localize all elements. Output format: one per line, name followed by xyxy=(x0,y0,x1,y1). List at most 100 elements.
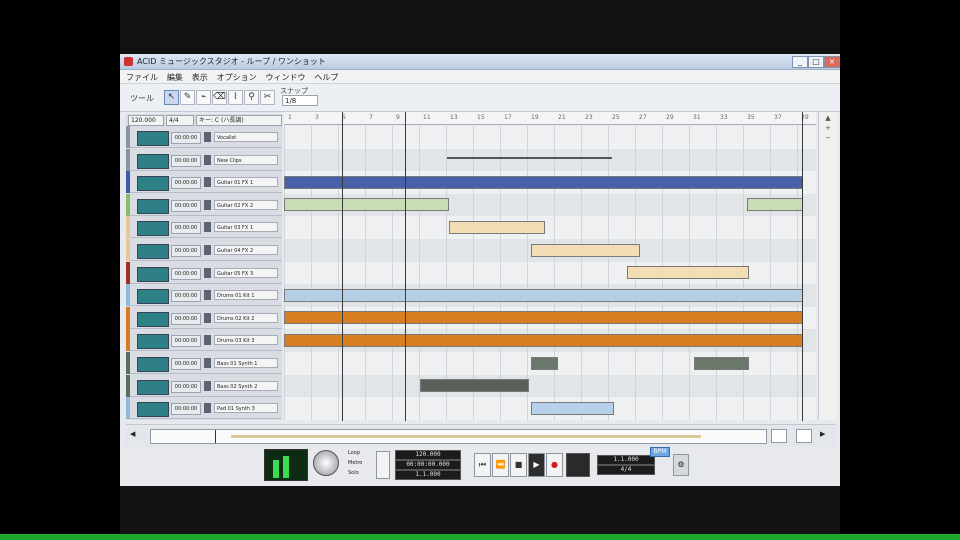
track-name[interactable]: Guitar 04 FX 2 xyxy=(214,245,278,255)
audio-clip[interactable] xyxy=(627,266,750,280)
track-name[interactable]: Bass 02 Synth 2 xyxy=(214,380,278,391)
settings-icon[interactable]: ⚙ xyxy=(673,454,689,476)
loop-start-marker[interactable] xyxy=(342,112,343,421)
track-mute-button[interactable] xyxy=(204,154,211,165)
scroll-right-icon[interactable]: ▶ xyxy=(820,430,825,438)
track-lane[interactable] xyxy=(284,374,816,398)
track-mute-button[interactable] xyxy=(204,380,211,391)
menu-edit[interactable]: 編集 xyxy=(167,72,183,83)
track-name[interactable]: Guitar 03 FX 1 xyxy=(214,222,278,233)
audio-clip[interactable] xyxy=(746,198,803,212)
track-name[interactable]: Drums 02 Kit 2 xyxy=(214,312,278,323)
arrangement-area[interactable] xyxy=(284,126,816,420)
track-name[interactable]: Pad 01 Synth 3 xyxy=(214,403,278,414)
track-mute-button[interactable] xyxy=(204,222,211,233)
track-header[interactable]: 00:00:00 Pad 01 Synth 3 xyxy=(126,397,282,420)
menu-window[interactable]: ウィンドウ xyxy=(266,72,306,83)
track-lane[interactable] xyxy=(284,148,816,172)
solo-checkbox[interactable]: Solo xyxy=(348,469,372,478)
track-header[interactable]: 00:00:00 Guitar 03 FX 1 xyxy=(126,216,282,239)
track-mute-button[interactable] xyxy=(204,335,211,346)
track-name[interactable]: New Clips xyxy=(214,154,278,165)
track-lane[interactable] xyxy=(284,126,816,149)
zoom-handle[interactable] xyxy=(771,429,787,443)
track-mute-button[interactable] xyxy=(204,403,211,414)
track-name[interactable]: Drums 01 Kit 1 xyxy=(214,290,278,301)
tempo-field[interactable]: 120.000 xyxy=(128,115,164,126)
menu-help[interactable]: ヘルプ xyxy=(314,72,338,83)
menu-view[interactable]: 表示 xyxy=(192,72,208,83)
record-button[interactable]: ● xyxy=(546,453,563,477)
track-header[interactable]: 00:00:00 New Clips xyxy=(126,148,282,171)
zoom-in-icon[interactable]: + xyxy=(819,124,837,132)
audio-clip[interactable] xyxy=(284,311,803,325)
audio-clip[interactable] xyxy=(693,356,750,370)
audio-clip[interactable] xyxy=(284,333,803,347)
paint-tool-button[interactable]: ⌁ xyxy=(196,90,211,105)
vertical-scrollbar[interactable]: ▲ + − xyxy=(818,112,837,420)
track-header[interactable]: 00:00:00 Drums 03 Kit 3 xyxy=(126,329,282,352)
track-mute-button[interactable] xyxy=(204,177,211,188)
audio-clip[interactable] xyxy=(531,401,614,415)
track-mute-button[interactable] xyxy=(204,312,211,323)
back-button[interactable]: ⏪ xyxy=(492,453,509,477)
track-name[interactable]: Drums 03 Kit 3 xyxy=(214,335,278,346)
track-mute-button[interactable] xyxy=(204,267,211,278)
master-volume-knob[interactable] xyxy=(313,450,339,476)
playhead-cursor[interactable] xyxy=(405,112,406,421)
loop-checkbox[interactable]: Loop xyxy=(348,449,372,458)
select-tool-button[interactable]: ↖ xyxy=(164,90,179,105)
track-mute-button[interactable] xyxy=(204,358,211,368)
track-header[interactable]: 00:00:00 Guitar 02 FX 2 xyxy=(126,193,282,216)
menu-options[interactable]: オプション xyxy=(217,72,257,83)
track-mute-button[interactable] xyxy=(204,290,211,301)
key-field[interactable]: キー: C (ハ長調) xyxy=(196,115,282,126)
pitch-slider[interactable] xyxy=(376,451,390,479)
audio-clip[interactable] xyxy=(419,379,529,393)
track-name[interactable]: Guitar 02 FX 2 xyxy=(214,199,278,210)
scroll-up-icon[interactable]: ▲ xyxy=(819,114,837,122)
track-header[interactable]: 00:00:00 Drums 02 Kit 2 xyxy=(126,306,282,329)
track-header[interactable]: 00:00:00 Guitar 04 FX 2 xyxy=(126,239,282,261)
track-header[interactable]: 00:00:00 Vocalist xyxy=(126,126,282,148)
stop-button[interactable]: ■ xyxy=(510,453,527,477)
audio-clip[interactable] xyxy=(284,198,449,212)
track-name[interactable]: Guitar 01 FX 1 xyxy=(214,177,278,188)
audio-clip[interactable] xyxy=(531,356,558,370)
track-name[interactable]: Bass 01 Synth 1 xyxy=(214,358,278,368)
minimize-button[interactable]: _ xyxy=(792,56,808,68)
track-header[interactable]: 00:00:00 Guitar 05 FX 3 xyxy=(126,261,282,284)
track-header[interactable]: 00:00:00 Bass 01 Synth 1 xyxy=(126,352,282,374)
pencil-tool-button[interactable]: ✎ xyxy=(180,90,195,105)
overview-strip[interactable] xyxy=(150,429,767,444)
track-mute-button[interactable] xyxy=(204,132,211,142)
loop-end-marker[interactable] xyxy=(802,112,803,421)
time-signature-field[interactable]: 4/4 xyxy=(166,115,194,126)
snap-select[interactable]: 1/8 xyxy=(282,95,318,106)
horizontal-scrollbar[interactable]: ◀ ▶ xyxy=(126,424,836,447)
metronome-checkbox[interactable]: Metro xyxy=(348,459,372,468)
audio-clip[interactable] xyxy=(448,220,545,234)
envelope-tool-button[interactable]: ⌇ xyxy=(228,90,243,105)
track-mute-button[interactable] xyxy=(204,245,211,255)
audio-clip[interactable] xyxy=(531,243,641,257)
zoom-tool-button[interactable]: ⚲ xyxy=(244,90,259,105)
scissor-tool-button[interactable]: ✂ xyxy=(260,90,275,105)
erase-tool-button[interactable]: ⌫ xyxy=(212,90,227,105)
audio-clip[interactable] xyxy=(284,288,803,302)
track-mute-button[interactable] xyxy=(204,199,211,210)
loop-toggle[interactable] xyxy=(566,453,590,477)
track-header[interactable]: 00:00:00 Bass 02 Synth 2 xyxy=(126,374,282,397)
maximize-button[interactable]: □ xyxy=(808,56,824,68)
scroll-left-icon[interactable]: ◀ xyxy=(130,430,135,438)
track-header[interactable]: 00:00:00 Drums 01 Kit 1 xyxy=(126,284,282,307)
track-name[interactable]: Vocalist xyxy=(214,132,278,142)
track-name[interactable]: Guitar 05 FX 3 xyxy=(214,267,278,278)
rewind-button[interactable]: ⏮ xyxy=(474,453,491,477)
play-button[interactable]: ▶ xyxy=(528,453,545,477)
track-lane[interactable] xyxy=(284,216,816,239)
zoom-out-icon[interactable]: − xyxy=(819,134,837,142)
close-button[interactable]: × xyxy=(824,56,840,68)
timeline-ruler[interactable]: 1 3 5 7 9 11 13 15 17 19 21 23 25 27 29 31 33 35 37 39 xyxy=(284,112,816,125)
audio-clip[interactable] xyxy=(284,175,803,189)
